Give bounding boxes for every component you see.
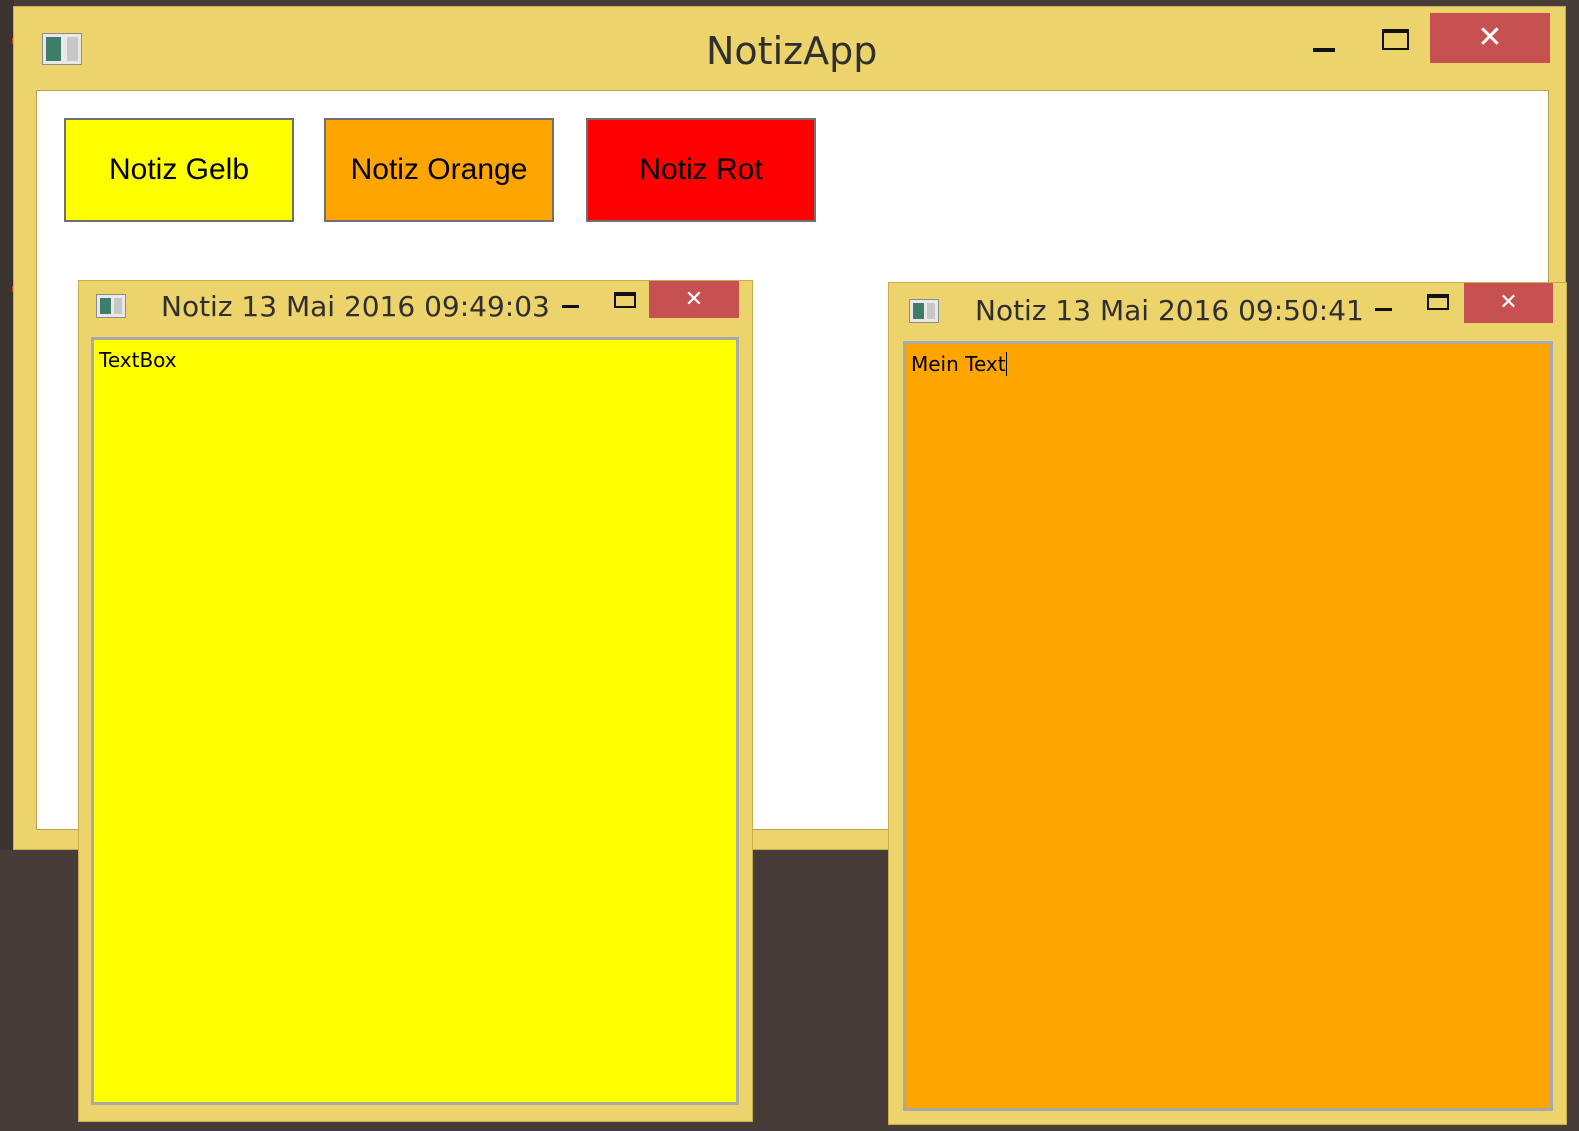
minimize-button[interactable] <box>1302 27 1346 67</box>
close-button[interactable]: ✕ <box>1464 283 1553 323</box>
note-window-title: Notiz 13 Mai 2016 09:49:03 <box>161 290 550 323</box>
maximize-icon <box>614 292 636 308</box>
note-window-orange: Notiz 13 Mai 2016 09:50:41 ✕ Mein Text <box>888 282 1567 1125</box>
note-window-title: Notiz 13 Mai 2016 09:50:41 <box>975 294 1364 327</box>
background-window-edge <box>0 0 14 850</box>
minimize-icon <box>562 305 579 308</box>
maximize-icon <box>1382 29 1409 50</box>
note-textbox[interactable]: Mein Text <box>903 341 1553 1111</box>
note-yellow-button[interactable]: Notiz Gelb <box>64 118 294 222</box>
maximize-button[interactable] <box>1420 287 1456 319</box>
maximize-button[interactable] <box>1374 21 1418 61</box>
close-icon: ✕ <box>1499 290 1518 315</box>
app-icon[interactable] <box>42 33 82 65</box>
note-textbox[interactable]: TextBox <box>91 337 739 1105</box>
note-text: Mein Text <box>911 352 1006 376</box>
window-title: NotizApp <box>706 29 878 73</box>
close-icon: ✕ <box>684 287 704 312</box>
maximize-button[interactable] <box>607 285 643 317</box>
minimize-button[interactable] <box>1366 293 1402 325</box>
note-orange-button[interactable]: Notiz Orange <box>324 118 554 222</box>
app-icon[interactable] <box>96 294 126 318</box>
note-red-button[interactable]: Notiz Rot <box>586 118 816 222</box>
minimize-icon <box>1313 48 1335 52</box>
app-icon[interactable] <box>909 299 939 323</box>
close-button[interactable]: ✕ <box>649 281 739 318</box>
text-caret <box>1005 352 1007 376</box>
close-icon: ✕ <box>1477 20 1503 55</box>
close-button[interactable]: ✕ <box>1430 13 1550 63</box>
note-window-yellow: Notiz 13 Mai 2016 09:49:03 ✕ TextBox <box>78 280 753 1122</box>
maximize-icon <box>1427 294 1449 310</box>
minimize-icon <box>1375 308 1392 311</box>
minimize-button[interactable] <box>553 291 589 323</box>
